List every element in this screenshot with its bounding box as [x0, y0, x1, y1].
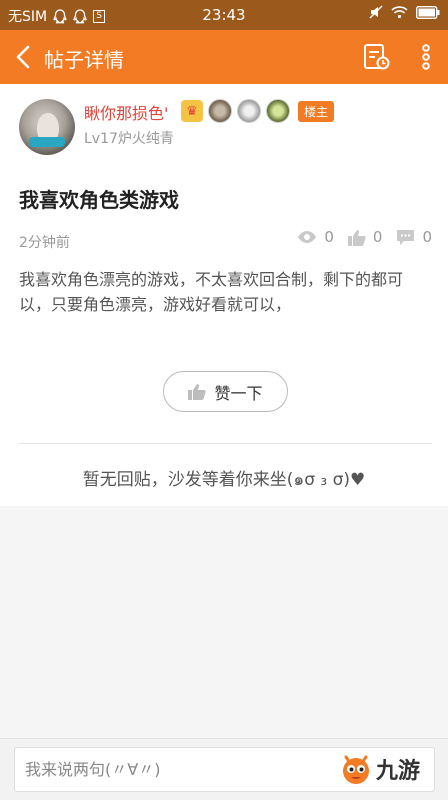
- avatar[interactable]: [19, 99, 75, 155]
- status-bar: 无SIM S 23:43: [0, 0, 448, 30]
- back-arrow-icon[interactable]: [10, 43, 38, 71]
- thumbs-up-icon: [347, 229, 366, 246]
- medal-badge-icon: [208, 99, 232, 123]
- thumbs-up-icon: [188, 384, 207, 400]
- mascot-logo-icon: [343, 755, 369, 784]
- like-button-label: 赞一下: [214, 383, 263, 403]
- battery-icon: [416, 5, 440, 19]
- post-title: 我喜欢角色类游戏: [19, 188, 179, 212]
- eye-icon: [298, 231, 317, 243]
- status-right: [369, 5, 440, 19]
- brand-name: 九游: [376, 759, 421, 784]
- views-stat: 0: [297, 228, 334, 246]
- likes-count: 0: [372, 228, 383, 246]
- post-card: 瞅你那损色' ♛ 楼主 Lv17炉火纯青 我喜欢角色类游戏 2分钟前 0 0 0…: [0, 84, 448, 506]
- comments-stat[interactable]: 0: [396, 228, 432, 246]
- reply-bar: 九游: [0, 738, 448, 800]
- empty-replies-message: 暂无回贴，沙发等着你来坐(๑σ ₃ σ)♥: [82, 470, 366, 490]
- page-title: 帖子详情: [44, 48, 124, 72]
- mute-icon: [369, 5, 383, 19]
- likes-stat[interactable]: 0: [347, 228, 383, 246]
- views-count: 0: [324, 228, 334, 246]
- author-name[interactable]: 瞅你那损色': [84, 100, 168, 124]
- like-button[interactable]: 赞一下: [163, 371, 288, 412]
- app-bar: 帖子详情: [0, 30, 448, 84]
- wifi-icon: [391, 6, 408, 19]
- host-tag: 楼主: [298, 100, 335, 122]
- medal-badge-icon: [237, 99, 261, 123]
- badges: ♛ 楼主: [181, 99, 335, 123]
- gift-badge-icon: ♛: [181, 100, 203, 122]
- brand-logo: 九游: [338, 751, 420, 787]
- post-body: 我喜欢角色漂亮的游戏，不太喜欢回合制，剩下的都可以，只要角色漂亮，游戏好看就可以…: [19, 270, 404, 314]
- author-level: Lv17炉火纯青: [84, 131, 174, 147]
- post-stats: 0 0 0: [283, 228, 432, 246]
- more-options-icon[interactable]: [411, 42, 441, 72]
- medal-badge-icon: [266, 99, 290, 123]
- divider: [19, 443, 432, 444]
- post-history-icon[interactable]: [361, 42, 391, 72]
- post-time: 2分钟前: [19, 235, 70, 251]
- comments-count: 0: [422, 228, 432, 246]
- comment-icon: [397, 229, 415, 245]
